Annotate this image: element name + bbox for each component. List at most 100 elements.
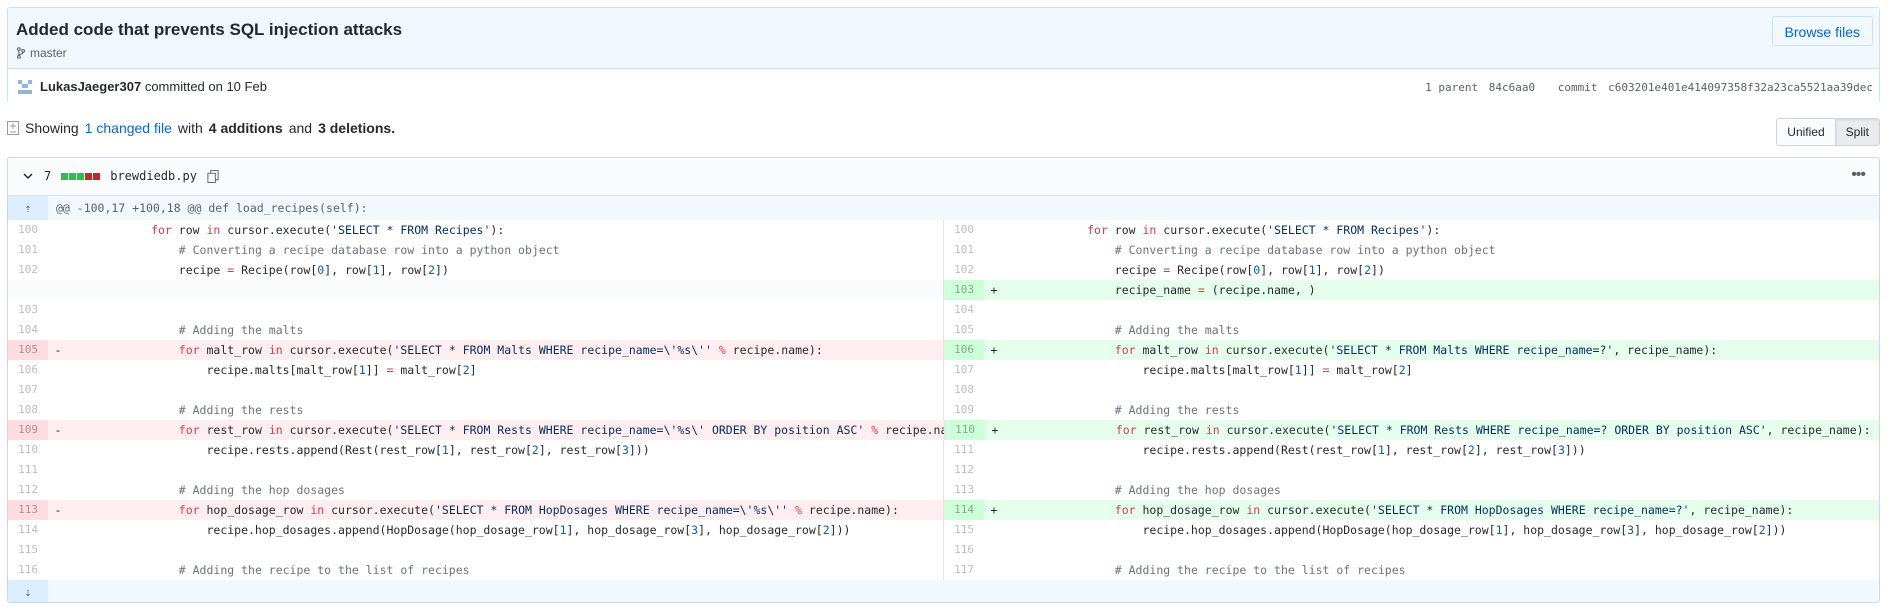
hunk-footer-row: ⇣ (8, 580, 1879, 602)
right-diff-line: 108 (943, 380, 1879, 400)
diff-row: 116 # Adding the recipe to the list of r… (8, 560, 1879, 580)
left-line-number[interactable]: 107 (8, 380, 48, 400)
left-line-number[interactable]: 105 (8, 340, 48, 360)
file-name-link[interactable]: brewdiedb.py (110, 169, 197, 183)
right-line-number[interactable]: 106 (944, 340, 984, 360)
right-diff-line: 115 recipe.hop_dosages.append(HopDosage(… (943, 520, 1879, 540)
file-diff-icon[interactable] (7, 121, 19, 135)
right-line-number[interactable]: 117 (944, 560, 984, 580)
left-code-line: for malt_row in cursor.execute('SELECT *… (68, 340, 943, 360)
right-diff-sign (984, 560, 1004, 580)
right-line-number[interactable]: 108 (944, 380, 984, 400)
copy-icon[interactable] (207, 169, 219, 183)
diff-row: 107 108 (8, 380, 1879, 400)
left-line-number[interactable]: 103 (8, 300, 48, 320)
right-diff-sign: + (984, 280, 1004, 300)
left-line-number[interactable]: 111 (8, 460, 48, 480)
diff-row: 115 116 (8, 540, 1879, 560)
left-line-number[interactable]: 106 (8, 360, 48, 380)
toc-and: and (288, 120, 313, 136)
diff-row: 104 # Adding the malts 105 # Adding the m… (8, 320, 1879, 340)
left-line-number[interactable]: 100 (8, 220, 48, 240)
toc-with: with (177, 120, 203, 136)
right-diff-sign (984, 260, 1004, 280)
left-diff-sign (48, 260, 68, 280)
left-line-number[interactable]: 101 (8, 240, 48, 260)
left-line-number[interactable]: 110 (8, 440, 48, 460)
branch-name[interactable]: master (30, 46, 67, 60)
left-line-number[interactable]: 108 (8, 400, 48, 420)
left-line-number[interactable]: 104 (8, 320, 48, 340)
left-code-line: # Adding the recipe to the list of recip… (178, 563, 470, 577)
left-code-line: recipe.hop_dosages.append(HopDosage(hop_… (68, 523, 851, 537)
right-line-number[interactable]: 102 (944, 260, 984, 280)
right-line-number[interactable]: 101 (944, 240, 984, 260)
left-line-number[interactable] (8, 280, 48, 300)
right-line-number[interactable]: 116 (944, 540, 984, 560)
unified-view-button[interactable]: Unified (1777, 119, 1835, 145)
left-line-number[interactable]: 109 (8, 420, 48, 440)
right-diff-sign (984, 240, 1004, 260)
left-diff-line: 104 # Adding the malts (8, 320, 943, 340)
right-diff-sign: + (985, 420, 1005, 440)
file-diff: 7 brewdiedb.py ••• ⇡ @@ -100,17 +100,18 … (7, 157, 1880, 603)
left-code-line (68, 380, 943, 400)
right-line-number[interactable]: 103 (944, 280, 984, 300)
left-code-line: # Converting a recipe database row into … (178, 243, 560, 257)
expand-up-icon[interactable]: ⇡ (8, 196, 48, 220)
right-diff-sign (984, 360, 1004, 380)
diff-view-toggle: Unified Split (1776, 118, 1880, 146)
right-line-number[interactable]: 100 (944, 220, 984, 240)
diff-row: 100 for row in cursor.execute('SELECT * … (8, 220, 1879, 240)
browse-files-button[interactable]: Browse files (1771, 16, 1873, 46)
left-diff-line: 109- for rest_row in cursor.execute('SEL… (8, 420, 944, 440)
changed-files-link[interactable]: 1 changed file (85, 120, 172, 136)
commit-box: Added code that prevents SQL injection a… (7, 7, 1880, 104)
left-code-line (68, 460, 943, 480)
right-diff-line: 103 + recipe_name = (recipe.name, ) (943, 280, 1879, 300)
split-view-button[interactable]: Split (1834, 119, 1879, 145)
left-line-number[interactable]: 113 (8, 500, 48, 520)
right-line-number[interactable]: 107 (944, 360, 984, 380)
right-code-line: for malt_row in cursor.execute('SELECT *… (1004, 340, 1879, 360)
right-diff-line: 105 # Adding the malts (943, 320, 1879, 340)
avatar[interactable] (16, 78, 34, 96)
change-count: 7 (44, 169, 52, 183)
right-line-number[interactable]: 109 (944, 400, 984, 420)
file-header: 7 brewdiedb.py ••• (8, 158, 1879, 196)
left-line-number[interactable]: 115 (8, 540, 48, 560)
left-code-line: for rest_row in cursor.execute('SELECT *… (68, 420, 944, 440)
left-diff-line: 107 (8, 380, 943, 400)
left-line-number[interactable]: 112 (8, 480, 48, 500)
left-diff-line: 100 for row in cursor.execute('SELECT * … (8, 220, 943, 240)
author-name[interactable]: LukasJaeger307 (40, 79, 141, 94)
diff-row: 105- for malt_row in cursor.execute('SEL… (8, 340, 1879, 360)
left-diff-line: 111 (8, 460, 943, 480)
right-line-number[interactable]: 110 (945, 420, 985, 440)
right-code-line: recipe = Recipe(row[0], row[1], row[2]) (1004, 263, 1385, 277)
left-code-line: for hop_dosage_row in cursor.execute('SE… (68, 500, 943, 520)
right-line-number[interactable]: 115 (944, 520, 984, 540)
left-code-line (68, 280, 943, 300)
right-code-line: for row in cursor.execute('SELECT * FROM… (1087, 223, 1441, 237)
parent-sha-link[interactable]: 84c6aa0 (1489, 81, 1535, 94)
right-line-number[interactable]: 111 (944, 440, 984, 460)
right-line-number[interactable]: 104 (944, 300, 984, 320)
right-line-number[interactable]: 105 (944, 320, 984, 340)
author-line: LukasJaeger307 committed on 10 Feb (40, 79, 267, 94)
kebab-horizontal-icon[interactable]: ••• (1851, 166, 1866, 184)
left-line-number[interactable]: 116 (8, 560, 48, 580)
left-diff-sign (48, 300, 68, 320)
right-line-number[interactable]: 114 (944, 500, 984, 520)
left-line-number[interactable]: 114 (8, 520, 48, 540)
right-line-number[interactable]: 113 (944, 480, 984, 500)
right-diff-sign: + (984, 500, 1004, 520)
left-diff-line: 115 (8, 540, 943, 560)
expand-down-icon[interactable]: ⇣ (8, 580, 48, 602)
diff-row: 111 112 (8, 460, 1879, 480)
right-line-number[interactable]: 112 (944, 460, 984, 480)
left-diff-sign (48, 240, 68, 260)
left-line-number[interactable]: 102 (8, 260, 48, 280)
right-code-line: # Adding the rests (1114, 403, 1240, 417)
chevron-down-icon[interactable] (22, 170, 34, 182)
